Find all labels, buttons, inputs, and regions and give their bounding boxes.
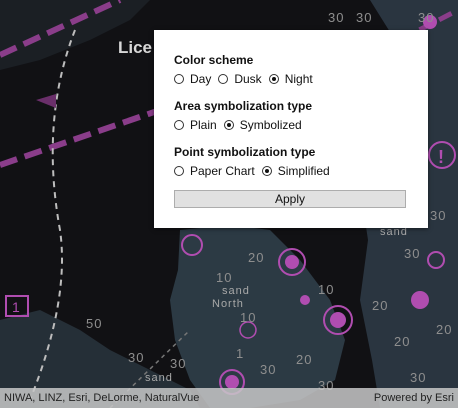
radio-button[interactable] bbox=[174, 166, 184, 176]
map-place-label: Lice bbox=[118, 38, 153, 57]
apply-button[interactable]: Apply bbox=[174, 190, 406, 208]
radio-label: Paper Chart bbox=[190, 164, 255, 178]
depth-label: 10 bbox=[240, 310, 257, 325]
map-area-label: sand bbox=[145, 372, 173, 384]
depth-label: 30 bbox=[418, 10, 435, 25]
radio-button-selected[interactable] bbox=[268, 74, 279, 84]
depth-label: 30 bbox=[128, 350, 145, 365]
depth-label: 10 bbox=[216, 270, 233, 285]
depth-label: 30 bbox=[260, 362, 277, 377]
attribution-sources: NIWA, LINZ, Esri, DeLorme, NaturalVue bbox=[4, 392, 200, 404]
area-symbolization-radio-group: Plain Symbolized bbox=[174, 118, 309, 132]
svg-text:!: ! bbox=[438, 147, 444, 167]
depth-label: 30 bbox=[356, 10, 373, 25]
area-option-plain[interactable]: Plain bbox=[174, 118, 217, 132]
attribution-bar: NIWA, LINZ, Esri, DeLorme, NaturalVue Po… bbox=[0, 388, 458, 408]
depth-label: 50 bbox=[86, 316, 103, 331]
radio-button-selected[interactable] bbox=[223, 120, 234, 130]
radio-button[interactable] bbox=[218, 74, 229, 84]
area-symbolization-title: Area symbolization type bbox=[174, 99, 313, 113]
svg-text:1: 1 bbox=[12, 299, 20, 315]
depth-label: 20 bbox=[394, 334, 411, 349]
color-scheme-title: Color scheme bbox=[174, 53, 254, 67]
area-option-symbolized[interactable]: Symbolized bbox=[223, 118, 302, 132]
powered-by-esri-link[interactable]: Powered by Esri bbox=[374, 392, 454, 404]
radio-label: Simplified bbox=[277, 164, 330, 178]
point-symbolization-title: Point symbolization type bbox=[174, 145, 316, 159]
radio-button[interactable] bbox=[174, 74, 184, 84]
point-option-simplified[interactable]: Simplified bbox=[261, 164, 330, 178]
depth-label: 20 bbox=[372, 298, 389, 313]
radio-label: Symbolized bbox=[239, 118, 302, 132]
map-area-label: sand bbox=[222, 285, 250, 297]
depth-label: 1 bbox=[236, 346, 245, 361]
radio-label: Night bbox=[284, 72, 313, 86]
point-option-paper-chart[interactable]: Paper Chart bbox=[174, 164, 255, 178]
depth-label: 30 bbox=[328, 10, 345, 25]
radio-label: Day bbox=[190, 72, 212, 86]
color-scheme-option-dusk[interactable]: Dusk bbox=[218, 72, 262, 86]
depth-label: 20 bbox=[248, 250, 265, 265]
radio-label: Plain bbox=[190, 118, 217, 132]
depth-label: 30 bbox=[410, 370, 427, 385]
radio-label: Dusk bbox=[234, 72, 262, 86]
color-scheme-option-night[interactable]: Night bbox=[268, 72, 313, 86]
symbology-settings-panel: Color scheme Day Dusk Night Area symboli… bbox=[154, 30, 428, 228]
map-area-label: North bbox=[212, 298, 244, 310]
radio-button[interactable] bbox=[174, 120, 184, 130]
depth-label: 30 bbox=[404, 246, 421, 261]
point-symbolization-radio-group: Paper Chart Simplified bbox=[174, 164, 337, 178]
depth-label: 30 bbox=[170, 356, 187, 371]
color-scheme-radio-group: Day Dusk Night bbox=[174, 72, 320, 86]
depth-label: 20 bbox=[296, 352, 313, 367]
color-scheme-option-day[interactable]: Day bbox=[174, 72, 211, 86]
depth-label: 10 bbox=[318, 282, 335, 297]
radio-button-selected[interactable] bbox=[261, 166, 272, 176]
depth-label: 30 bbox=[430, 208, 447, 223]
depth-label: 20 bbox=[436, 322, 453, 337]
